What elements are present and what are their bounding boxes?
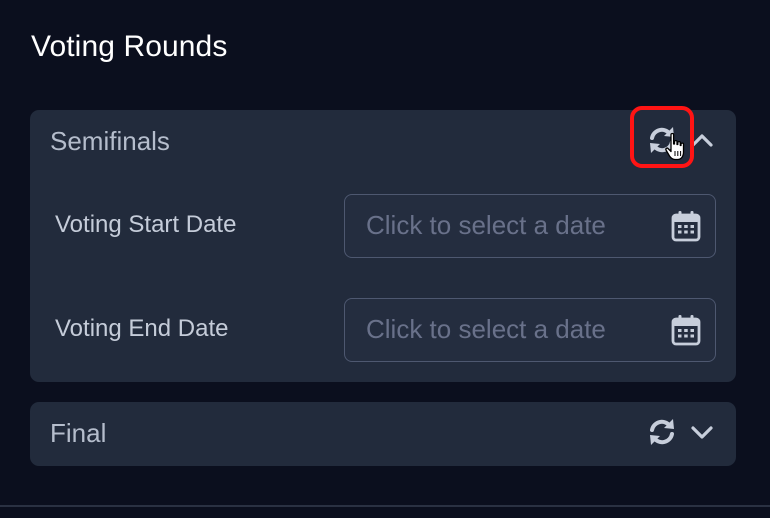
voting-rounds-page: Voting Rounds Semifinals Voting Start Da… — [0, 0, 770, 518]
round-header-final[interactable]: Final — [30, 402, 736, 466]
voting-end-date-picker[interactable] — [344, 298, 716, 362]
round-title: Semifinals — [50, 126, 170, 156]
round-card-final: Final — [30, 402, 736, 466]
sync-icon — [650, 419, 674, 445]
voting-start-date-input[interactable] — [345, 195, 655, 256]
voting-start-date-label: Voting Start Date — [55, 211, 237, 238]
calendar-icon[interactable] — [671, 314, 701, 346]
collapse-button[interactable] — [685, 123, 719, 157]
chevron-up-icon — [691, 134, 713, 147]
voting-end-date-label: Voting End Date — [55, 315, 229, 342]
sync-button[interactable] — [645, 415, 679, 449]
round-header-semifinals[interactable]: Semifinals — [30, 106, 736, 174]
chevron-down-icon — [691, 426, 713, 439]
round-title: Final — [50, 418, 107, 448]
divider — [0, 505, 770, 507]
expand-button[interactable] — [685, 415, 719, 449]
voting-end-date-input[interactable] — [345, 299, 655, 360]
page-title: Voting Rounds — [31, 30, 228, 63]
sync-icon — [650, 127, 674, 153]
round-card-semifinals: Semifinals Voting Start Date Click to se… — [30, 106, 736, 382]
voting-start-date-picker[interactable] — [344, 194, 716, 258]
sync-button[interactable] — [645, 123, 679, 157]
calendar-icon[interactable] — [671, 210, 701, 242]
